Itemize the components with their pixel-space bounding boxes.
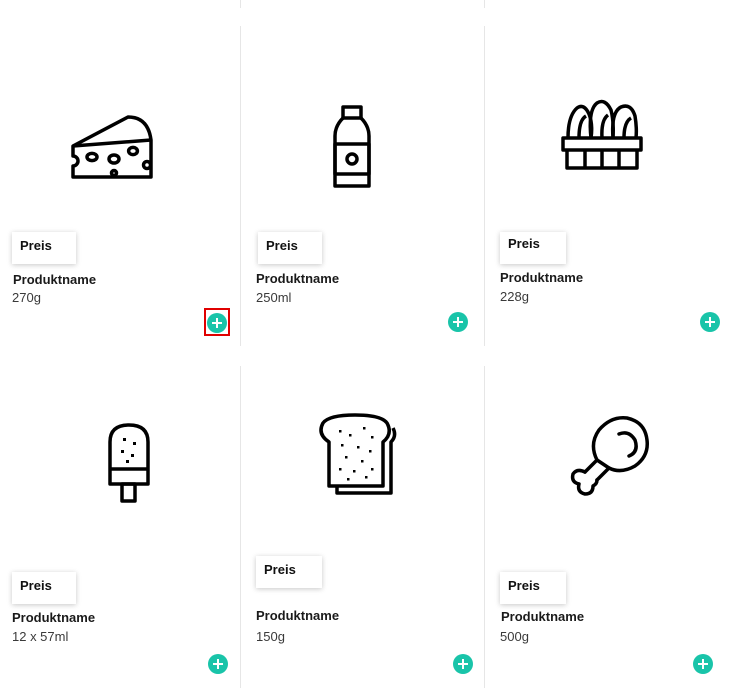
price-label: Preis [20,578,52,593]
product-card[interactable]: Preis Produktname 150g [241,366,484,688]
add-to-cart-button[interactable] [453,654,473,674]
bread-toast-icon [317,412,399,496]
price-label: Preis [508,578,540,593]
price-tag: Preis [256,556,322,588]
column-divider [484,0,485,8]
plus-icon [208,654,228,674]
bottle-icon [332,104,374,188]
product-size: 150g [256,629,285,644]
cheese-icon [70,114,154,180]
product-size: 270g [12,290,41,305]
product-card[interactable]: Preis Produktname 228g [485,26,732,346]
product-name: Produktname [13,272,97,287]
product-card[interactable]: Preis Produktname 500g [485,366,732,688]
plus-icon [700,312,720,332]
eggs-carton-icon [561,98,643,170]
add-to-cart-button[interactable] [448,312,468,332]
product-name: Produktname [12,610,96,625]
product-name: Produktname [500,270,584,285]
column-divider [240,0,241,8]
add-to-cart-button[interactable] [208,654,228,674]
price-label: Preis [264,562,296,577]
price-label: Preis [508,236,540,251]
price-tag: Preis [12,572,76,604]
add-to-cart-button[interactable] [700,312,720,332]
add-to-cart-button[interactable] [693,654,713,674]
product-name: Produktname [501,609,585,624]
price-tag: Preis [12,232,76,264]
price-tag: Preis [500,232,566,264]
price-label: Preis [266,238,298,253]
product-name: Produktname [256,271,340,286]
price-tag: Preis [500,572,566,604]
meat-drumstick-icon [567,414,651,498]
product-size: 500g [500,629,529,644]
product-name: Produktname [256,608,340,623]
product-card[interactable]: Preis Produktname 270g [0,26,240,346]
product-size: 12 x 57ml [12,629,69,644]
focus-highlight [204,308,230,336]
product-size: 250ml [256,290,292,305]
plus-icon [453,654,473,674]
product-card[interactable]: Preis Produktname 12 x 57ml [0,366,240,688]
price-label: Preis [20,238,52,253]
product-card[interactable]: Preis Produktname 250ml [241,26,484,346]
plus-icon [448,312,468,332]
plus-icon [693,654,713,674]
price-tag: Preis [258,232,322,264]
popsicle-icon [107,422,151,504]
product-size: 228g [500,289,529,304]
